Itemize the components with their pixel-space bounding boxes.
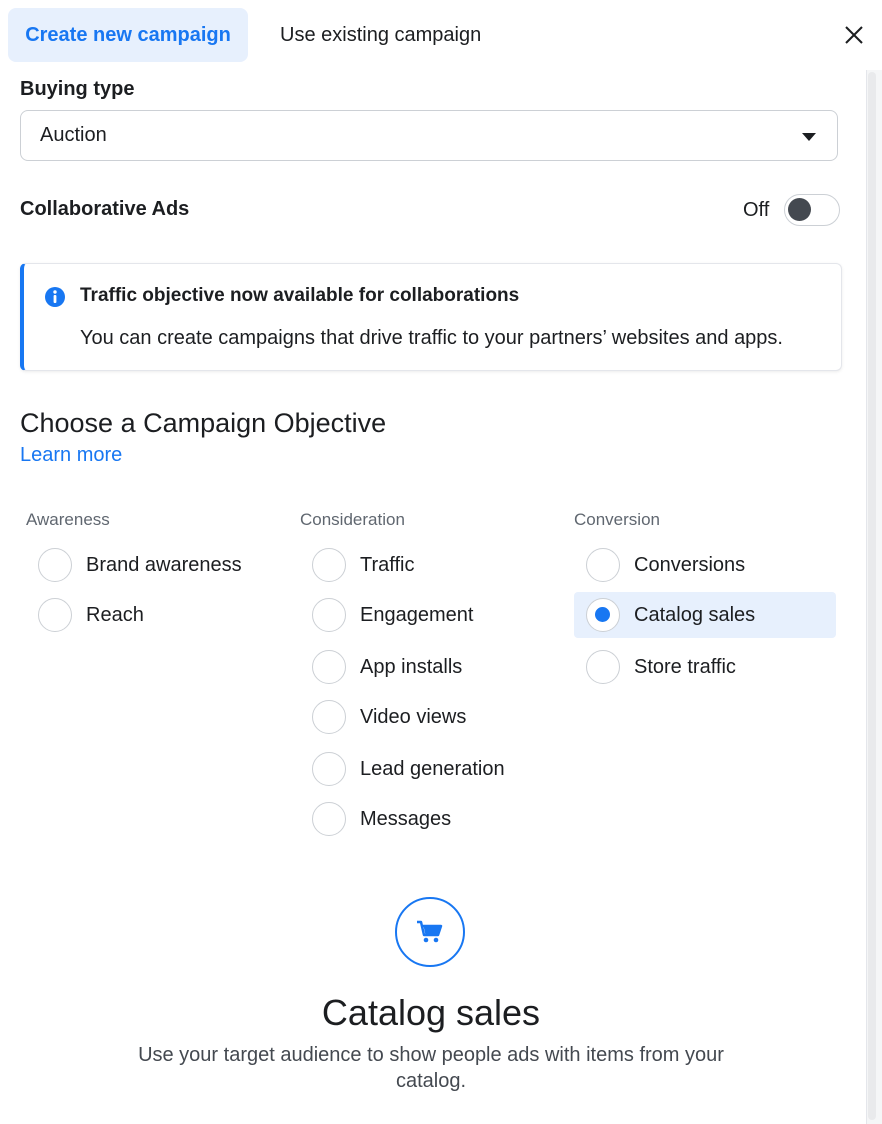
close-icon xyxy=(845,26,863,44)
info-icon xyxy=(44,286,66,308)
column-title-conversion: Conversion xyxy=(574,510,660,529)
radio-button[interactable] xyxy=(38,598,72,632)
radio-button[interactable] xyxy=(312,598,346,632)
radio-button[interactable] xyxy=(312,802,346,836)
shopping-cart-icon xyxy=(417,920,443,943)
tab-use-existing-campaign[interactable]: Use existing campaign xyxy=(262,8,499,62)
radio-button[interactable] xyxy=(312,700,346,734)
radio-button[interactable] xyxy=(586,650,620,684)
banner-body: You can create campaigns that drive traf… xyxy=(80,327,783,349)
toggle-knob xyxy=(788,198,811,221)
radio-button[interactable] xyxy=(586,548,620,582)
objective-option[interactable]: Store traffic xyxy=(586,644,736,690)
objective-heading: Choose a Campaign Objective xyxy=(20,408,387,438)
buying-type-select[interactable]: Auction xyxy=(20,110,838,161)
objective-option[interactable]: Conversions xyxy=(586,542,745,588)
banner-title: Traffic objective now available for coll… xyxy=(80,285,520,306)
column-title-awareness: Awareness xyxy=(26,510,110,529)
radio-button[interactable] xyxy=(312,650,346,684)
option-label: Store traffic xyxy=(634,655,736,678)
collaborative-ads-state: Off xyxy=(743,199,770,221)
option-label: Catalog sales xyxy=(634,603,756,626)
collaborative-ads-toggle[interactable] xyxy=(784,194,840,226)
objective-icon-circle xyxy=(395,897,465,967)
buying-type-value: Auction xyxy=(40,124,107,146)
option-label: Reach xyxy=(86,603,144,626)
objective-detail-title: Catalog sales xyxy=(321,992,541,1033)
scrollbar-thumb[interactable] xyxy=(868,72,876,1120)
radio-button-selected[interactable] xyxy=(586,598,620,632)
tab-create-new-campaign[interactable]: Create new campaign xyxy=(8,8,248,62)
caret-down-icon xyxy=(802,133,816,141)
objective-detail-description: Use your target audience to show people … xyxy=(138,1044,724,1092)
collaborative-ads-label: Collaborative Ads xyxy=(20,198,190,220)
info-banner xyxy=(20,263,842,371)
option-label: Lead generation xyxy=(360,757,505,780)
radio-button[interactable] xyxy=(312,548,346,582)
column-title-consideration: Consideration xyxy=(300,510,405,529)
objective-option[interactable]: Video views xyxy=(312,694,466,740)
objective-option[interactable]: Brand awareness xyxy=(38,542,242,588)
option-label: Messages xyxy=(360,807,452,830)
objective-option-selected[interactable]: Catalog sales xyxy=(574,592,836,638)
learn-more-link[interactable]: Learn more xyxy=(20,444,122,467)
option-label: Video views xyxy=(360,705,467,728)
radio-button[interactable] xyxy=(312,752,346,786)
option-label: App installs xyxy=(360,655,463,678)
close-button[interactable] xyxy=(836,18,872,54)
objective-option[interactable]: Lead generation xyxy=(312,746,505,792)
radio-button[interactable] xyxy=(38,548,72,582)
buying-type-label: Buying type xyxy=(20,78,135,100)
option-label: Engagement xyxy=(360,603,474,626)
objective-option[interactable]: Traffic xyxy=(312,542,414,588)
option-label: Conversions xyxy=(634,553,746,576)
objective-option[interactable]: Messages xyxy=(312,796,451,842)
option-label: Brand awareness xyxy=(86,553,242,576)
objective-option[interactable]: Reach xyxy=(38,592,144,638)
objective-option[interactable]: App installs xyxy=(312,644,462,690)
option-label: Traffic xyxy=(360,553,415,576)
objective-option[interactable]: Engagement xyxy=(312,592,473,638)
